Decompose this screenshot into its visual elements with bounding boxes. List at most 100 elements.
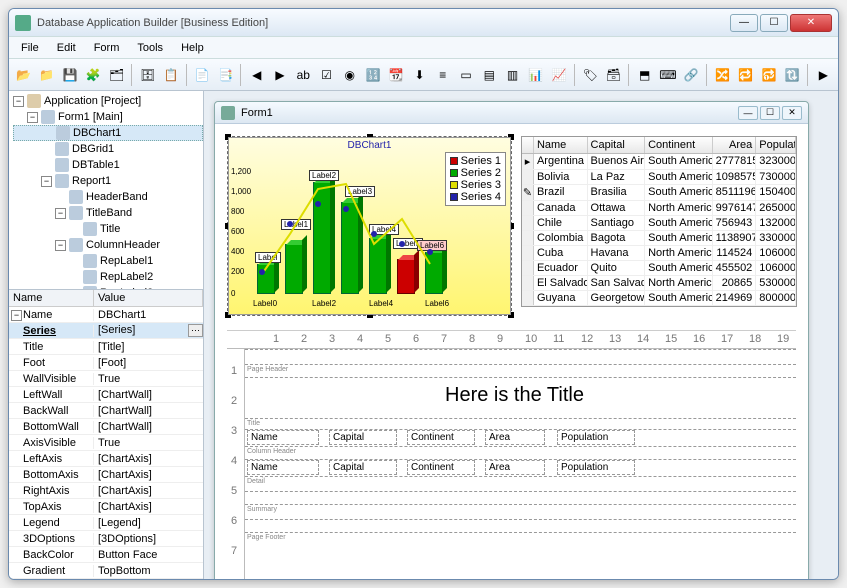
prop-row[interactable]: LeftAxis[ChartAxis] bbox=[9, 451, 203, 467]
toolbar-btn-22[interactable]: ▤ bbox=[479, 64, 500, 86]
prop-row[interactable]: BottomWall[ChartWall] bbox=[9, 419, 203, 435]
prop-row[interactable]: GradientTopBottom bbox=[9, 563, 203, 579]
minimize-button[interactable]: — bbox=[730, 14, 758, 32]
toolbar-btn-3[interactable]: 🧩 bbox=[83, 64, 104, 86]
h-ruler: 12345678910111213141516171819 bbox=[227, 331, 796, 349]
grid-row[interactable]: ✎BrazilBrasiliaSouth America851119615040… bbox=[522, 185, 796, 201]
prop-row[interactable]: Title[Title] bbox=[9, 339, 203, 355]
maximize-button[interactable]: ☐ bbox=[760, 14, 788, 32]
toolbar-btn-32[interactable]: 🔗 bbox=[681, 64, 702, 86]
prop-row[interactable]: BackWall[ChartWall] bbox=[9, 403, 203, 419]
tree-node[interactable]: DBGrid1 bbox=[13, 141, 203, 157]
prop-row[interactable]: BackColorButton Face bbox=[9, 547, 203, 563]
toolbar-btn-35[interactable]: 🔁 bbox=[735, 64, 756, 86]
toolbar-btn-21[interactable]: ▭ bbox=[455, 64, 476, 86]
prop-row[interactable]: AxisVisibleTrue bbox=[9, 435, 203, 451]
form-icon bbox=[221, 106, 235, 120]
prop-row[interactable]: LeftWall[ChartWall] bbox=[9, 387, 203, 403]
toolbar-btn-6[interactable]: 🗄 bbox=[137, 64, 158, 86]
toolbar-btn-15[interactable]: ☑ bbox=[316, 64, 337, 86]
close-button[interactable]: ✕ bbox=[790, 14, 832, 32]
grid-row[interactable]: CubaHavanaNorth America11452410600000 bbox=[522, 246, 796, 261]
toolbar-btn-16[interactable]: ◉ bbox=[339, 64, 360, 86]
prop-row[interactable]: WallVisibleTrue bbox=[9, 371, 203, 387]
tree-node[interactable]: RepLabel1 bbox=[13, 253, 203, 269]
toolbar-btn-9[interactable]: 📄 bbox=[192, 64, 213, 86]
grid-row[interactable]: ColombiaBagotaSouth America1138907330000… bbox=[522, 231, 796, 246]
toolbar-btn-12[interactable]: ◀ bbox=[246, 64, 267, 86]
tree-root[interactable]: −Application [Project] bbox=[13, 93, 203, 109]
tree-node[interactable]: −Report1 bbox=[13, 173, 203, 189]
dbchart-selection[interactable]: DBChart1 Series 1 Series 2 Series 3 Seri… bbox=[227, 136, 512, 316]
toolbar-btn-13[interactable]: ▶ bbox=[269, 64, 290, 86]
grid-row[interactable]: ChileSantiagoSouth America75694313200000 bbox=[522, 216, 796, 231]
toolbar-btn-28[interactable]: 🗃 bbox=[603, 64, 624, 86]
toolbar-btn-31[interactable]: ⌨ bbox=[657, 64, 678, 86]
tree-node[interactable]: −Form1 [Main] bbox=[13, 109, 203, 125]
grid-row[interactable]: ▸ArgentinaBuenos AiresSouth America27778… bbox=[522, 154, 796, 170]
prop-row[interactable]: RightAxis[ChartAxis] bbox=[9, 483, 203, 499]
prop-row[interactable]: Foot[Foot] bbox=[9, 355, 203, 371]
menu-form[interactable]: Form bbox=[86, 40, 128, 56]
grid-row[interactable]: El SalvadorSan SalvadorNorth America2086… bbox=[522, 276, 796, 291]
prop-hdr-value: Value bbox=[94, 290, 203, 306]
toolbar-btn-24[interactable]: 📊 bbox=[525, 64, 546, 86]
grid-row[interactable]: GuyanaGeorgetownSouth America21496980000… bbox=[522, 291, 796, 306]
tree-node[interactable]: HeaderBand bbox=[13, 189, 203, 205]
tree-node[interactable]: Title bbox=[13, 221, 203, 237]
grid-row[interactable]: BoliviaLa PazSouth America10985757300000 bbox=[522, 170, 796, 185]
report-designer[interactable]: 12345678910111213141516171819 1234567 Pa… bbox=[227, 330, 796, 579]
form-maximize[interactable]: ☐ bbox=[760, 106, 780, 120]
toolbar-btn-19[interactable]: ⬇ bbox=[409, 64, 430, 86]
toolbar-btn-4[interactable]: 🗂 bbox=[106, 64, 127, 86]
tree-node[interactable]: −TitleBand bbox=[13, 205, 203, 221]
property-rows[interactable]: −NameDBChart1Series[Series] ⋯Title[Title… bbox=[9, 307, 203, 579]
grid-row[interactable]: EcuadorQuitoSouth America45550210600000 bbox=[522, 261, 796, 276]
report-canvas[interactable]: Page Header Here is the Title Title Name… bbox=[245, 349, 796, 579]
toolbar-btn-17[interactable]: 🔢 bbox=[362, 64, 383, 86]
toolbar-btn-7[interactable]: 📋 bbox=[160, 64, 181, 86]
form-close[interactable]: ✕ bbox=[782, 106, 802, 120]
menubar: File Edit Form Tools Help bbox=[9, 37, 838, 59]
toolbar-btn-37[interactable]: 🔃 bbox=[782, 64, 803, 86]
prop-row[interactable]: BottomAxis[ChartAxis] bbox=[9, 467, 203, 483]
titlebar[interactable]: Database Application Builder [Business E… bbox=[9, 9, 838, 37]
app-icon bbox=[15, 15, 31, 31]
tree-node[interactable]: −ColumnHeader bbox=[13, 237, 203, 253]
prop-row[interactable]: Legend[Legend] bbox=[9, 515, 203, 531]
toolbar-btn-34[interactable]: 🔀 bbox=[712, 64, 733, 86]
project-tree[interactable]: −Application [Project]−Form1 [Main]DBCha… bbox=[9, 91, 203, 289]
grid-row[interactable]: CanadaOttawaNorth America997614726500000 bbox=[522, 201, 796, 216]
tree-node[interactable]: DBChart1 bbox=[13, 125, 203, 141]
toolbar-btn-27[interactable]: 🏷 bbox=[580, 64, 601, 86]
chart-plot: 0 200 400 600 800 1,000 1,200 Label0 Lab… bbox=[257, 164, 457, 294]
menu-tools[interactable]: Tools bbox=[129, 40, 171, 56]
report-title[interactable]: Here is the Title bbox=[445, 384, 584, 407]
form-minimize[interactable]: — bbox=[738, 106, 758, 120]
toolbar-btn-23[interactable]: ▥ bbox=[502, 64, 523, 86]
design-area[interactable]: Form1 — ☐ ✕ bbox=[204, 91, 838, 579]
toolbar-btn-36[interactable]: 🔂 bbox=[758, 64, 779, 86]
prop-row[interactable]: TopAxis[ChartAxis] bbox=[9, 499, 203, 515]
chart-title: DBChart1 bbox=[229, 138, 510, 153]
menu-file[interactable]: File bbox=[13, 40, 47, 56]
toolbar-btn-2[interactable]: 💾 bbox=[60, 64, 81, 86]
toolbar-btn-39[interactable]: ▶ bbox=[813, 64, 834, 86]
toolbar-btn-0[interactable]: 📂 bbox=[13, 64, 34, 86]
tree-node[interactable]: DBTable1 bbox=[13, 157, 203, 173]
toolbar-btn-18[interactable]: 📆 bbox=[386, 64, 407, 86]
toolbar-btn-25[interactable]: 📈 bbox=[548, 64, 569, 86]
menu-help[interactable]: Help bbox=[173, 40, 212, 56]
toolbar-btn-14[interactable]: ab bbox=[293, 64, 314, 86]
menu-edit[interactable]: Edit bbox=[49, 40, 84, 56]
prop-row[interactable]: 3DOptions[3DOptions] bbox=[9, 531, 203, 547]
dbgrid[interactable]: Name Capital Continent Area Populatior ▸… bbox=[521, 136, 797, 307]
prop-row[interactable]: Series[Series] ⋯ bbox=[9, 323, 203, 339]
toolbar-btn-1[interactable]: 📁 bbox=[36, 64, 57, 86]
toolbar-btn-30[interactable]: ⬒ bbox=[634, 64, 655, 86]
toolbar-btn-20[interactable]: ≡ bbox=[432, 64, 453, 86]
v-ruler: 1234567 bbox=[227, 349, 245, 579]
prop-row[interactable]: −NameDBChart1 bbox=[9, 307, 203, 323]
toolbar-btn-10[interactable]: 📑 bbox=[215, 64, 236, 86]
tree-node[interactable]: RepLabel2 bbox=[13, 269, 203, 285]
